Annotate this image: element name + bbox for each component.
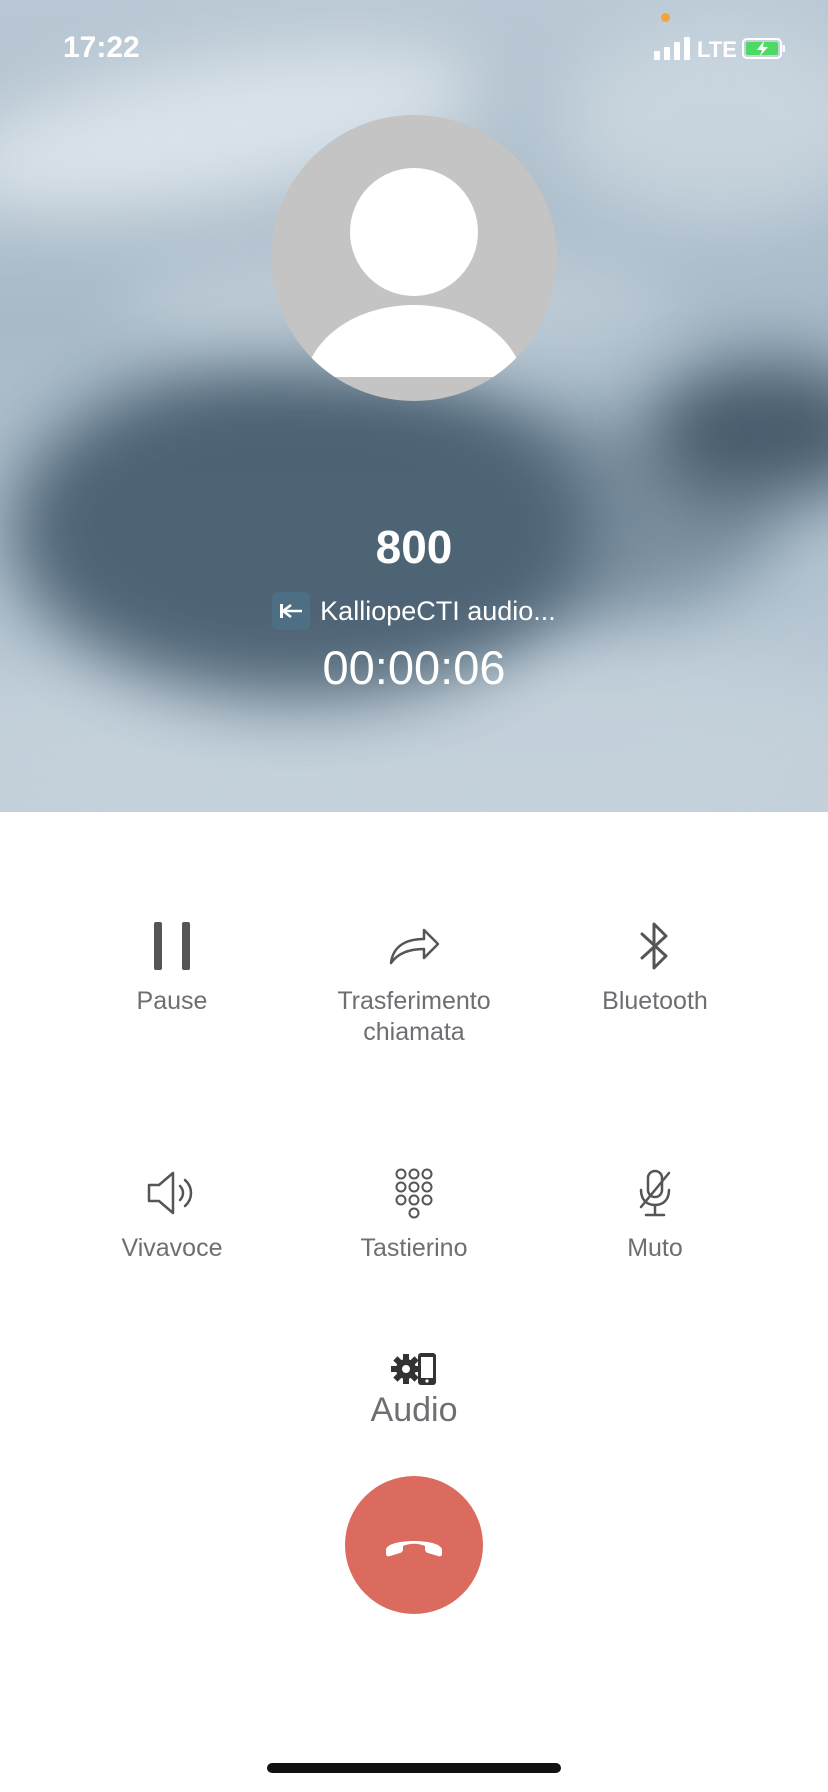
home-indicator[interactable] (267, 1763, 561, 1773)
pause-button[interactable]: Pause (42, 918, 302, 1017)
transfer-arrow-icon (389, 928, 440, 965)
keypad-icon (395, 1168, 433, 1219)
privacy-indicator-dot (661, 13, 670, 22)
contact-avatar (271, 115, 557, 401)
phone-hangup-icon (386, 1541, 442, 1557)
mute-label: Muto (627, 1234, 683, 1262)
status-time: 17:22 (63, 31, 140, 64)
call-source-label: KalliopeCTI audio... (320, 595, 556, 626)
keypad-button[interactable]: Tastierino (284, 1165, 544, 1264)
call-source: KalliopeCTI audio... (0, 592, 828, 630)
keypad-label: Tastierino (360, 1234, 468, 1262)
audio-button[interactable]: Audio (334, 1350, 494, 1430)
speaker-label: Vivavoce (121, 1234, 223, 1262)
mic-off-icon (639, 1169, 671, 1217)
transfer-call-button[interactable]: Trasferimento chiamata (284, 918, 544, 1048)
speaker-button[interactable]: Vivavoce (42, 1165, 302, 1264)
audio-settings-icon (391, 1353, 436, 1385)
mute-button[interactable]: Muto (525, 1165, 785, 1264)
person-icon (304, 168, 524, 377)
bluetooth-button[interactable]: Bluetooth (525, 918, 785, 1017)
audio-label: Audio (370, 1391, 458, 1429)
bluetooth-icon (640, 922, 668, 970)
network-type: LTE (697, 37, 737, 62)
call-header: 17:22 LTE 800 KalliopeCTI audio... 00:00… (0, 0, 828, 812)
bluetooth-label: Bluetooth (602, 987, 708, 1015)
pause-label: Pause (136, 987, 208, 1015)
transfer-call-label: Trasferimento chiamata (337, 987, 491, 1046)
caller-number: 800 (375, 521, 453, 573)
speaker-icon (147, 1171, 193, 1215)
kalliope-app-icon (272, 592, 311, 630)
battery-charging-icon (742, 38, 785, 59)
call-timer: 00:00:06 (322, 641, 506, 694)
signal-icon (654, 36, 690, 60)
end-call-button[interactable] (345, 1476, 483, 1614)
background-blur (560, 20, 828, 220)
pause-icon (154, 922, 190, 970)
